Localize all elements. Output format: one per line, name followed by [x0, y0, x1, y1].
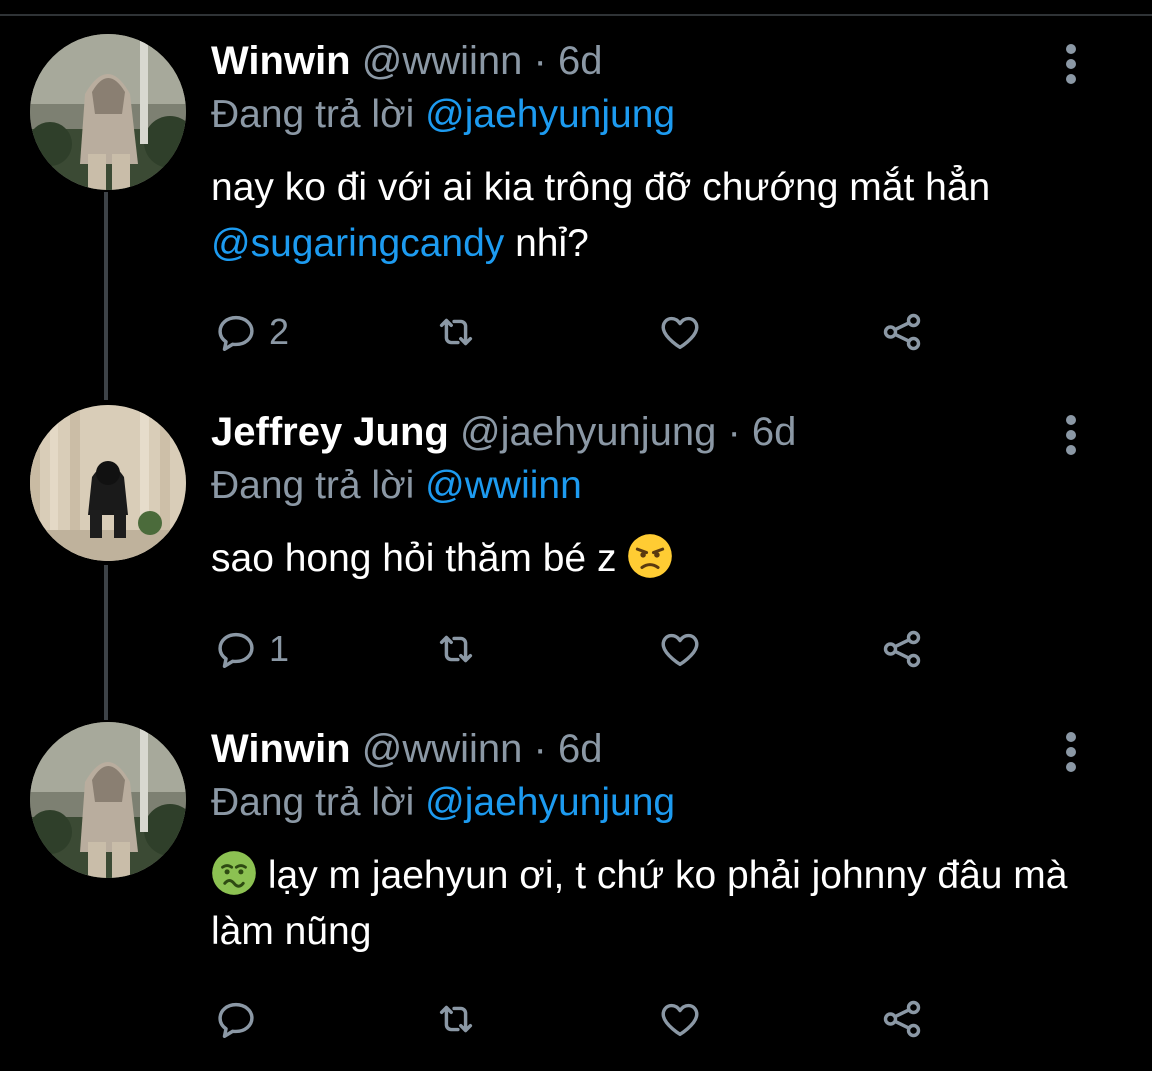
reply-icon — [218, 1002, 254, 1038]
share-button[interactable] — [879, 994, 925, 1044]
tweet-text-part: nhỉ? — [504, 222, 589, 265]
avatar[interactable] — [30, 34, 186, 190]
share-icon — [883, 630, 921, 668]
reply-button[interactable] — [213, 994, 269, 1044]
tweet-text-part: lạy m jaehyun ơi, t chứ ko phải johnny đ… — [211, 854, 1068, 953]
tweet-header: Winwin @wwiinn · 6d — [211, 722, 1071, 776]
tweet-content: Winwin @wwiinn · 6d Đang trả lời @jaehyu… — [211, 722, 1071, 960]
tweet-content: Jeffrey Jung @jaehyunjung · 6d Đang trả … — [211, 405, 1071, 587]
reply-count: 2 — [269, 311, 290, 352]
retweet-icon — [439, 635, 473, 663]
replying-to: Đang trả lời @jaehyunjung — [211, 88, 1071, 142]
like-button[interactable] — [657, 624, 703, 674]
timestamp[interactable]: 6d — [558, 727, 603, 771]
tweet-text: lạy m jaehyun ơi, t chứ ko phải johnny đ… — [211, 848, 1071, 960]
tweet[interactable]: Jeffrey Jung @jaehyunjung · 6d Đang trả … — [0, 405, 1152, 695]
reply-button[interactable]: 2 — [213, 307, 289, 357]
heart-icon — [661, 1003, 699, 1037]
retweet-button[interactable] — [433, 994, 479, 1044]
tweet-actions: 1 — [211, 624, 931, 674]
separator: · — [533, 727, 547, 771]
like-button[interactable] — [657, 994, 703, 1044]
replying-mention[interactable]: @wwiinn — [425, 464, 582, 507]
share-button[interactable] — [879, 624, 925, 674]
tweet[interactable]: Winwin @wwiinn · 6d Đang trả lời @jaehyu… — [0, 34, 1152, 374]
retweet-button[interactable] — [433, 307, 479, 357]
more-vertical-icon[interactable] — [1060, 411, 1082, 459]
tweet-content: Winwin @wwiinn · 6d Đang trả lời @jaehyu… — [211, 34, 1071, 272]
like-button[interactable] — [657, 307, 703, 357]
heart-icon — [661, 316, 699, 350]
share-icon — [883, 1000, 921, 1038]
user-handle[interactable]: @wwiinn — [362, 727, 523, 771]
avatar-image — [30, 405, 186, 561]
retweet-icon — [439, 1005, 473, 1033]
replying-prefix: Đang trả lời — [211, 781, 415, 824]
angry-face-emoji — [627, 533, 673, 579]
more-vertical-icon[interactable] — [1060, 40, 1082, 88]
tweet-actions: 2 — [211, 307, 931, 357]
retweet-icon — [439, 318, 473, 346]
tweet-header: Winwin @wwiinn · 6d — [211, 34, 1071, 88]
avatar[interactable] — [30, 722, 186, 878]
tweet-text-part: sao hong hỏi thăm bé z — [211, 537, 617, 580]
replying-prefix: Đang trả lời — [211, 464, 415, 507]
replying-mention[interactable]: @jaehyunjung — [425, 781, 675, 824]
top-divider — [0, 14, 1152, 16]
separator: · — [727, 410, 741, 454]
avatar[interactable] — [30, 405, 186, 561]
reply-button[interactable]: 1 — [213, 624, 289, 674]
reply-icon — [218, 315, 254, 351]
tweet-text: sao hong hỏi thăm bé z — [211, 531, 1071, 587]
reply-count: 1 — [269, 628, 290, 669]
replying-to: Đang trả lời @wwiinn — [211, 459, 1071, 513]
display-name[interactable]: Winwin — [211, 39, 351, 83]
nauseated-face-emoji — [211, 850, 257, 896]
timestamp[interactable]: 6d — [558, 39, 603, 83]
more-vertical-icon[interactable] — [1060, 728, 1082, 776]
tweet-text: nay ko đi với ai kia trông đỡ chướng mắt… — [211, 160, 1071, 272]
replying-mention[interactable]: @jaehyunjung — [425, 93, 675, 136]
mention-link[interactable]: @sugaringcandy — [211, 222, 504, 265]
reply-icon — [218, 632, 254, 668]
tweet[interactable]: Winwin @wwiinn · 6d Đang trả lời @jaehyu… — [0, 722, 1152, 1062]
separator: · — [533, 39, 547, 83]
tweet-header: Jeffrey Jung @jaehyunjung · 6d — [211, 405, 1071, 459]
replying-to: Đang trả lời @jaehyunjung — [211, 776, 1071, 830]
share-icon — [883, 313, 921, 351]
display-name[interactable]: Winwin — [211, 727, 351, 771]
user-handle[interactable]: @jaehyunjung — [460, 410, 716, 454]
replying-prefix: Đang trả lời — [211, 93, 415, 136]
timestamp[interactable]: 6d — [752, 410, 797, 454]
heart-icon — [661, 633, 699, 667]
avatar-image — [30, 34, 186, 190]
share-button[interactable] — [879, 307, 925, 357]
user-handle[interactable]: @wwiinn — [362, 39, 523, 83]
tweet-actions — [211, 994, 931, 1044]
avatar-image — [30, 722, 186, 878]
display-name[interactable]: Jeffrey Jung — [211, 410, 449, 454]
tweet-text-part: nay ko đi với ai kia trông đỡ chướng mắt… — [211, 166, 991, 209]
retweet-button[interactable] — [433, 624, 479, 674]
